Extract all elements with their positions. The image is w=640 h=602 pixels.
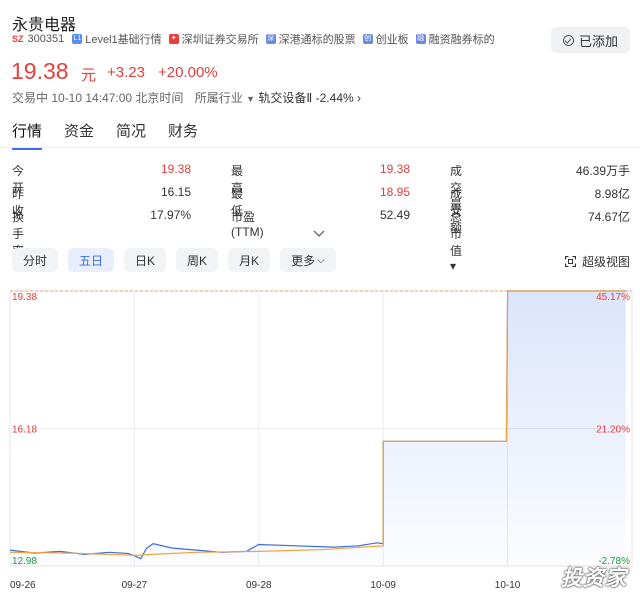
price-change: +3.23 <box>107 64 145 81</box>
x-tick-label: 09-27 <box>122 580 148 591</box>
tab-finance[interactable]: 财务 <box>168 120 198 150</box>
watermark: 投资家 <box>561 567 627 590</box>
stat-value: 74.67亿 <box>587 210 630 224</box>
check-circle-icon <box>562 34 574 46</box>
x-tick-label: 10-09 <box>370 580 396 591</box>
stat-value: 19.38 <box>379 162 410 176</box>
current-price: 19.38 <box>11 58 69 84</box>
industry-name: 轨交设备Ⅱ <box>258 91 313 105</box>
industry-change: -2.44% <box>315 91 354 105</box>
y-right-tick-label: 21.20% <box>596 425 630 436</box>
main-tabs: 行情 资金 简况 财务 <box>12 120 220 150</box>
period-weekly-k[interactable]: 周K <box>176 248 219 272</box>
y-right-tick-label: 45.17% <box>596 292 630 303</box>
level1-icon: L1 <box>72 34 83 44</box>
tag-label: Level1基础行情 <box>85 34 162 46</box>
price-unit: 元 <box>81 67 97 84</box>
tag-label: 深圳证券交易所 <box>181 34 259 46</box>
y-left-tick-label: 12.98 <box>12 556 37 567</box>
tag-label: 创业板 <box>375 34 409 46</box>
added-to-watchlist-button[interactable]: 已添加 <box>551 27 630 53</box>
shenzhen-hk-connect-icon: 深 <box>265 34 276 44</box>
expand-chevron-icon[interactable] <box>313 228 325 238</box>
stat-label: 市盈(TTM) <box>231 210 264 239</box>
fullscreen-icon <box>565 256 576 267</box>
tab-profile[interactable]: 简况 <box>116 120 146 150</box>
stat-value: 52.49 <box>379 208 410 222</box>
y-left-tick-label: 19.38 <box>12 292 37 303</box>
tag-chinext[interactable]: 创创业板 <box>362 31 409 47</box>
super-view-label: 超级视图 <box>582 255 631 269</box>
market-cap-selector[interactable]: 总市值 ▾ <box>450 208 462 273</box>
stat-value: 19.38 <box>160 162 191 176</box>
stat-value: 46.39万手 <box>575 164 630 178</box>
caret-down-icon: ▼ <box>246 94 256 104</box>
tag-margin[interactable]: 融融资融券标的 <box>415 31 495 47</box>
period-more-dropdown[interactable]: 更多 ⌵ <box>280 248 336 272</box>
stat-value: 8.98亿 <box>594 187 630 201</box>
stock-tag-row: SZ 300351 L1 Level1基础行情 ✦ 深圳证券交易所 深深港通标的股票… <box>12 31 502 47</box>
chinext-icon: 创 <box>362 34 373 44</box>
x-tick-label: 09-28 <box>246 580 272 591</box>
super-view-button[interactable]: 超级视图 <box>565 253 630 270</box>
tag-label: 融资融券标的 <box>428 34 495 46</box>
industry-link[interactable]: 所属行业 ▼ 轨交设备Ⅱ -2.44% › <box>195 91 361 105</box>
stat-value: 18.95 <box>379 185 410 199</box>
trading-status-line: 交易中 10-10 14:47:00 北京时间 所属行业 ▼ 轨交设备Ⅱ -2.… <box>12 89 361 106</box>
x-tick-label: 09-26 <box>10 580 36 591</box>
tag-level1[interactable]: L1 Level1基础行情 <box>72 31 162 47</box>
tag-label: 深港通标的股票 <box>278 34 356 46</box>
added-label: 已添加 <box>578 33 618 49</box>
price-change-pct: +20.00% <box>158 64 218 81</box>
shenzhen-exchange-icon: ✦ <box>168 34 179 44</box>
stat-value: 17.97% <box>150 208 191 222</box>
tab-quote[interactable]: 行情 <box>12 120 43 150</box>
margin-trading-icon: 融 <box>415 34 426 44</box>
y-left-tick-label: 16.18 <box>12 425 37 436</box>
stock-code: 300351 <box>27 33 65 45</box>
period-daily-k[interactable]: 日K <box>124 248 167 272</box>
period-tabs: 分时 五日 日K 周K 月K 更多 ⌵ <box>12 248 346 272</box>
chevron-right-icon: › <box>357 91 362 105</box>
stat-value: 16.15 <box>160 185 191 199</box>
period-five-day[interactable]: 五日 <box>68 248 115 272</box>
industry-label: 所属行业 <box>194 91 243 105</box>
tag-connect[interactable]: 深深港通标的股票 <box>265 31 356 47</box>
more-label: 更多 <box>291 253 316 268</box>
period-intraday[interactable]: 分时 <box>12 248 59 272</box>
tag-exchange[interactable]: ✦ 深圳证券交易所 <box>168 31 259 47</box>
x-tick-label: 10-10 <box>495 580 521 591</box>
market-badge: SZ <box>12 34 24 44</box>
period-monthly-k[interactable]: 月K <box>228 248 271 272</box>
tab-divider <box>0 147 640 148</box>
five-day-chart[interactable]: 19.3816.1812.9845.17%21.20%-2.78%09-26 09… <box>0 284 640 602</box>
trading-status: 交易中 10-10 14:47:00 北京时间 <box>12 91 184 105</box>
tab-funds[interactable]: 资金 <box>64 120 94 150</box>
chevron-down-icon: ⌵ <box>317 254 325 266</box>
